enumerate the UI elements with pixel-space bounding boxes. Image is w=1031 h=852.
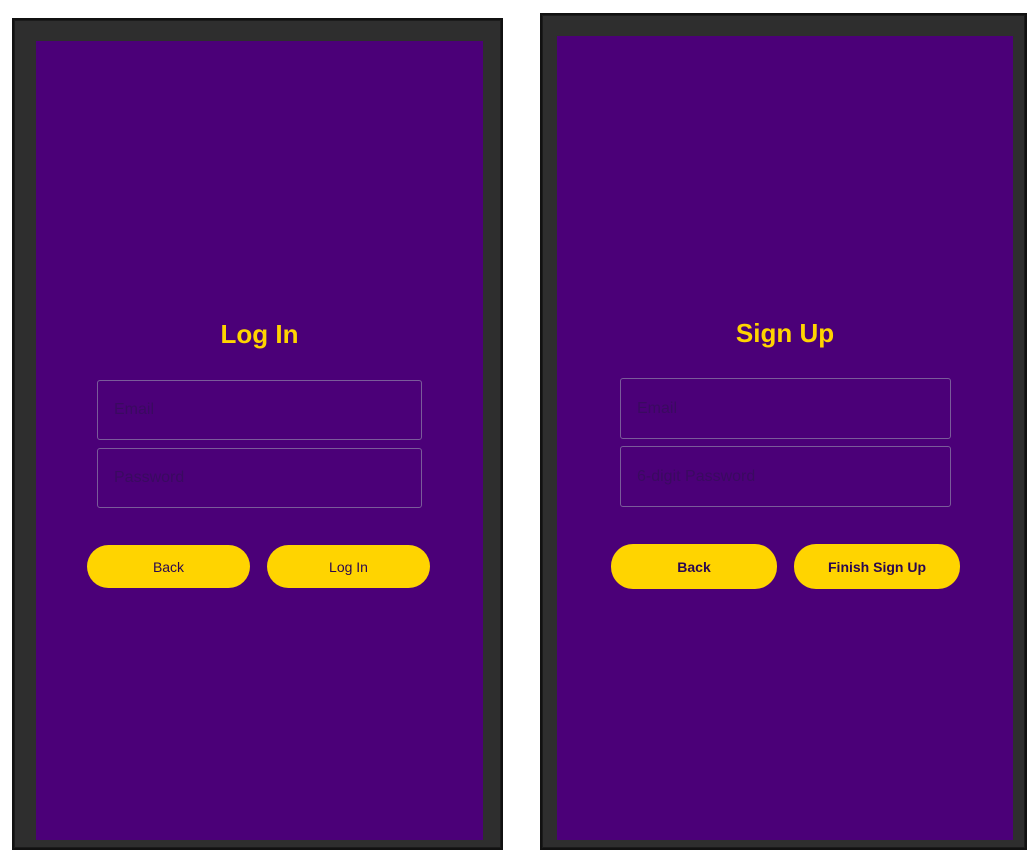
login-password-field[interactable] [97,448,422,508]
signup-phone-frame: Sign Up Back Finish Sign Up [540,13,1027,850]
finish-signup-button[interactable]: Finish Sign Up [794,544,960,589]
login-screen: Log In Back Log In [36,41,483,840]
signup-back-button[interactable]: Back [611,544,777,589]
signup-screen: Sign Up Back Finish Sign Up [557,36,1013,840]
login-title: Log In [220,319,299,349]
signup-password-field[interactable] [620,446,951,507]
signup-title: Sign Up [735,318,835,348]
signup-email-field[interactable] [620,378,951,439]
login-submit-button[interactable]: Log In [267,545,430,588]
login-phone-frame: Log In Back Log In [12,18,503,850]
login-back-button[interactable]: Back [87,545,250,588]
login-email-field[interactable] [97,380,422,440]
